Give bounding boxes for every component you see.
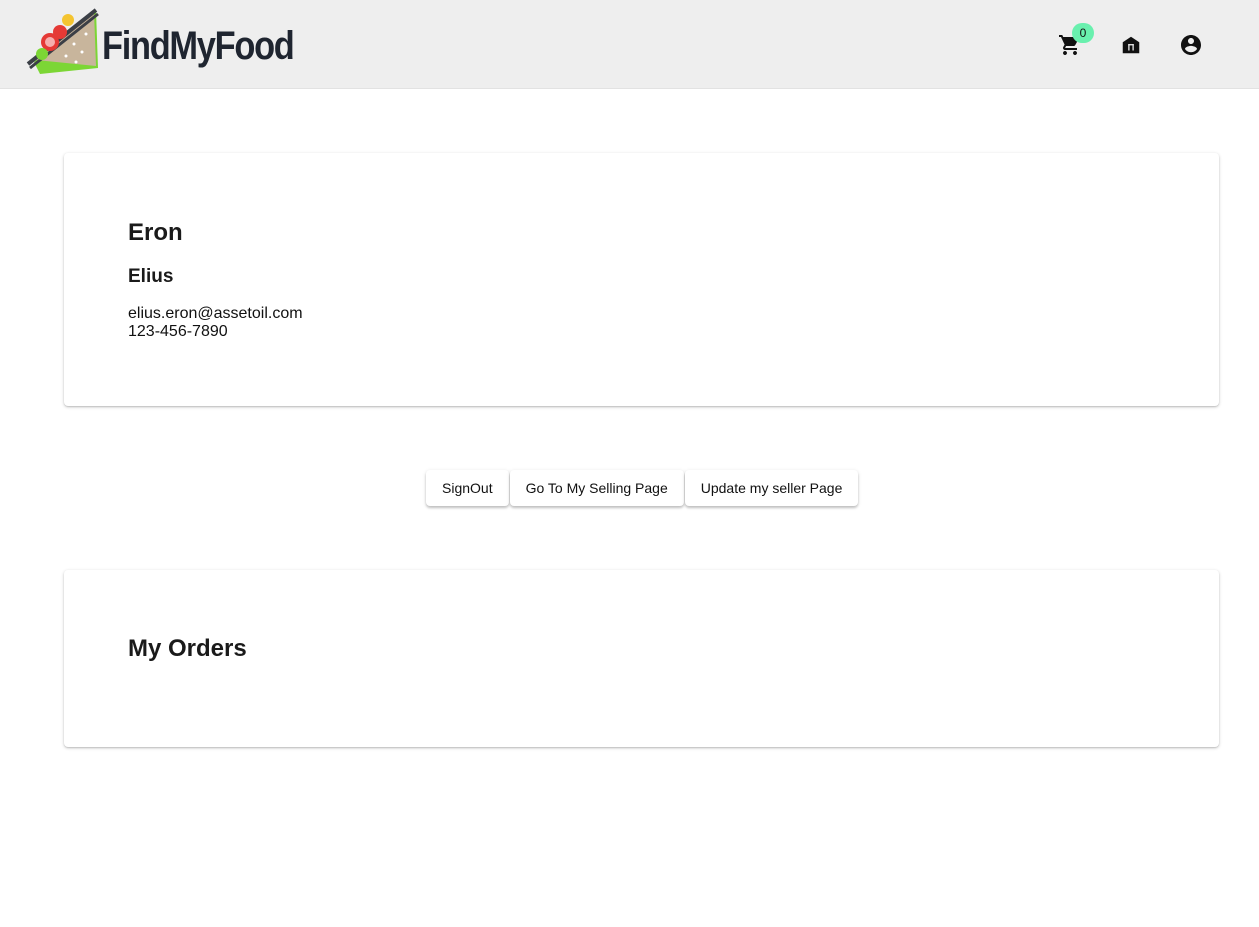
orders-card: My Orders [64, 570, 1219, 747]
store-button[interactable] [1117, 31, 1145, 59]
signout-button[interactable]: SignOut [426, 470, 509, 506]
account-circle-icon [1181, 35, 1201, 55]
profile-phone: 123-456-7890 [128, 323, 228, 340]
app-bar: FindMyFood 0 [0, 0, 1259, 89]
profile-email: elius.eron@assetoil.com [128, 305, 303, 322]
brand-logo-link[interactable]: FindMyFood [26, 4, 325, 76]
store-icon [1122, 36, 1140, 54]
account-button[interactable] [1177, 31, 1205, 59]
sandwich-logo-icon [26, 8, 99, 74]
profile-last-name: Eron [128, 219, 183, 246]
cart-count-badge: 0 [1072, 23, 1094, 43]
profile-card: Eron Elius elius.eron@assetoil.com 123-4… [64, 153, 1219, 406]
go-to-selling-page-button[interactable]: Go To My Selling Page [509, 470, 684, 506]
update-seller-page-button[interactable]: Update my seller Page [684, 470, 859, 506]
profile-contact: elius.eron@assetoil.com 123-456-7890 [128, 305, 303, 341]
profile-actions: SignOut Go To My Selling Page Update my … [426, 470, 859, 506]
orders-title: My Orders [128, 635, 247, 662]
brand-name: FindMyFood [102, 23, 295, 68]
profile-first-name: Elius [128, 266, 174, 287]
